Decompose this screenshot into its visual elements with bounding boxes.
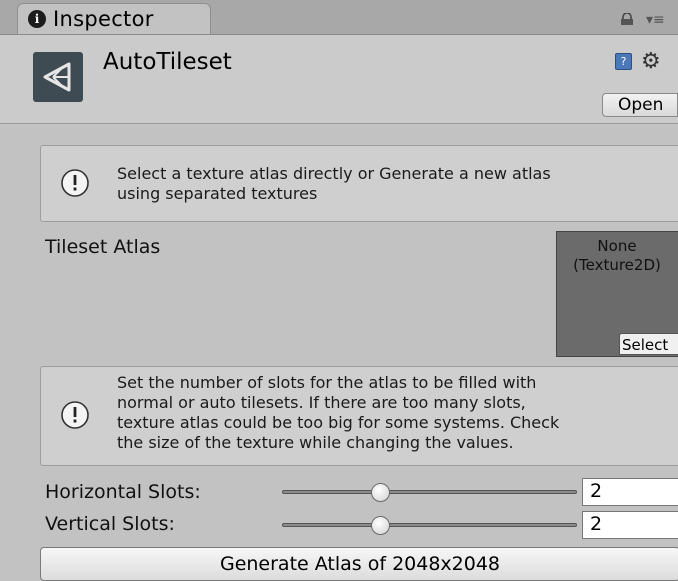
- generate-atlas-button[interactable]: Generate Atlas of 2048x2048: [40, 547, 678, 581]
- tab-label: Inspector: [53, 7, 154, 31]
- helpbox-line: texture atlas could be too big for some …: [117, 413, 560, 432]
- unity-asset-icon: [33, 52, 83, 102]
- select-texture-button[interactable]: Select: [619, 333, 678, 355]
- exclamation-icon: [61, 401, 89, 429]
- tab-inspector[interactable]: i Inspector: [17, 3, 211, 34]
- horizontal-slots-label: Horizontal Slots:: [45, 481, 201, 503]
- exclamation-icon: [61, 169, 89, 197]
- asset-header: AutoTileset ? ⚙ Open: [0, 35, 678, 124]
- texture-value-line: None: [597, 237, 637, 255]
- lock-icon[interactable]: [620, 13, 634, 25]
- helpbox-line: Set the number of slots for the atlas to…: [117, 373, 537, 392]
- vertical-slots-input[interactable]: 2: [582, 511, 678, 539]
- horizontal-slots-slider-thumb[interactable]: [371, 483, 390, 502]
- gear-icon[interactable]: ⚙: [641, 49, 661, 74]
- vertical-slots-slider[interactable]: [282, 523, 577, 527]
- info-icon: i: [28, 10, 46, 28]
- asset-title: AutoTileset: [103, 49, 232, 75]
- helpbox-line: normal or auto tilesets. If there are to…: [117, 393, 526, 412]
- horizontal-slots-input[interactable]: 2: [582, 478, 678, 506]
- info-helpbox-slots: Set the number of slots for the atlas to…: [40, 366, 678, 466]
- context-menu-icon[interactable]: ▾≡: [646, 12, 665, 28]
- info-helpbox-atlas: Select a texture atlas directly or Gener…: [40, 145, 678, 222]
- vertical-slots-label: Vertical Slots:: [45, 513, 175, 535]
- open-button[interactable]: Open: [602, 93, 678, 117]
- vertical-slots-slider-thumb[interactable]: [371, 516, 390, 535]
- texture-value-line: (Texture2D): [573, 256, 661, 274]
- helpbox-line: Select a texture atlas directly or Gener…: [117, 164, 551, 183]
- helpbox-line: the size of the texture while changing t…: [117, 433, 514, 452]
- texture-value: None (Texture2D): [557, 237, 677, 275]
- tileset-atlas-label: Tileset Atlas: [45, 236, 161, 258]
- horizontal-slots-slider[interactable]: [282, 490, 577, 494]
- texture-object-field[interactable]: None (Texture2D) Select: [556, 231, 678, 357]
- helpbox-line: using separated textures: [117, 184, 318, 203]
- help-book-icon[interactable]: ?: [615, 53, 632, 70]
- tab-bar: i Inspector ▾≡: [0, 0, 678, 35]
